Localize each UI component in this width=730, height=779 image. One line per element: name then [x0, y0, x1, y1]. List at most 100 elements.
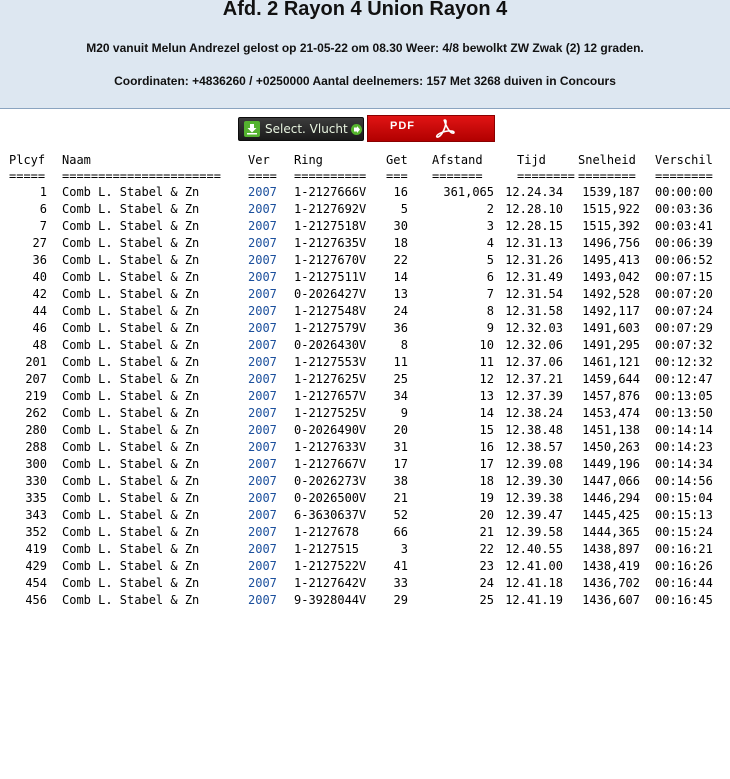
cell-afstand: 9 — [486, 321, 494, 335]
cell-ver-link[interactable]: 2007 — [248, 235, 277, 252]
cell-ver-link[interactable]: 2007 — [248, 371, 277, 388]
cell-ver-link[interactable]: 2007 — [248, 592, 277, 609]
sep-ver: ==== — [248, 169, 277, 183]
cell-ring: 0-2026500V — [294, 491, 367, 505]
cell-verschil: 00:07:20 — [655, 287, 713, 301]
cell-snelheid: 1436,607 — [582, 593, 640, 607]
cell-verschil: 00:15:24 — [655, 525, 713, 539]
table-row: 44 Comb L. Stabel & Zn 2007 1-2127548V 2… — [0, 303, 730, 320]
cell-ver-link[interactable]: 2007 — [248, 558, 277, 575]
cell-ver-link[interactable]: 2007 — [248, 422, 277, 439]
table-row: 330 Comb L. Stabel & Zn 2007 0-2026273V … — [0, 473, 730, 490]
cell-afstand: 3 — [486, 219, 494, 233]
cell-tijd: 12.41.19 — [505, 593, 563, 607]
table-row: 300 Comb L. Stabel & Zn 2007 1-2127667V … — [0, 456, 730, 473]
cell-plcyf: 262 — [25, 406, 47, 420]
pdf-button[interactable]: PDF — [367, 115, 495, 142]
cell-afstand: 8 — [486, 304, 494, 318]
cell-tijd: 12.38.24 — [505, 406, 563, 420]
cell-ver-link[interactable]: 2007 — [248, 337, 277, 354]
cell-naam: Comb L. Stabel & Zn — [62, 253, 200, 267]
cell-ver-link[interactable]: 2007 — [248, 473, 277, 490]
cell-ver-link[interactable]: 2007 — [248, 218, 277, 235]
col-verschil-header: Verschil — [655, 153, 713, 167]
cell-get: 66 — [393, 525, 408, 539]
cell-ver-link[interactable]: 2007 — [248, 507, 277, 524]
select-flight-button[interactable]: Select. Vlucht — [238, 117, 364, 141]
cell-snelheid: 1459,644 — [582, 372, 640, 386]
table-row: 454 Comb L. Stabel & Zn 2007 1-2127642V … — [0, 575, 730, 592]
cell-get: 52 — [393, 508, 408, 522]
cell-verschil: 00:15:13 — [655, 508, 713, 522]
cell-ring: 1-2127635V — [294, 236, 367, 250]
cell-ver-link[interactable]: 2007 — [248, 252, 277, 269]
cell-snelheid: 1491,603 — [582, 321, 640, 335]
cell-naam: Comb L. Stabel & Zn — [62, 287, 200, 301]
table-row: 419 Comb L. Stabel & Zn 2007 1-2127515 3… — [0, 541, 730, 558]
cell-verschil: 00:12:32 — [655, 355, 713, 369]
cell-ver-link[interactable]: 2007 — [248, 286, 277, 303]
table-row: 42 Comb L. Stabel & Zn 2007 0-2026427V 1… — [0, 286, 730, 303]
cell-plcyf: 201 — [25, 355, 47, 369]
cell-verschil: 00:06:52 — [655, 253, 713, 267]
cell-verschil: 00:07:24 — [655, 304, 713, 318]
cell-ring: 0-2026430V — [294, 338, 367, 352]
cell-plcyf: 429 — [25, 559, 47, 573]
cell-afstand: 11 — [479, 355, 494, 369]
table-row: 262 Comb L. Stabel & Zn 2007 1-2127525V … — [0, 405, 730, 422]
cell-ver-link[interactable]: 2007 — [248, 405, 277, 422]
cell-snelheid: 1492,117 — [582, 304, 640, 318]
cell-naam: Comb L. Stabel & Zn — [62, 321, 200, 335]
cell-afstand: 14 — [479, 406, 494, 420]
table-row: 288 Comb L. Stabel & Zn 2007 1-2127633V … — [0, 439, 730, 456]
cell-plcyf: 36 — [32, 253, 47, 267]
cell-ver-link[interactable]: 2007 — [248, 575, 277, 592]
cell-afstand: 15 — [479, 423, 494, 437]
cell-snelheid: 1438,897 — [582, 542, 640, 556]
cell-ver-link[interactable]: 2007 — [248, 541, 277, 558]
cell-ring: 1-2127625V — [294, 372, 367, 386]
cell-afstand: 5 — [486, 253, 494, 267]
cell-ver-link[interactable]: 2007 — [248, 490, 277, 507]
cell-tijd: 12.31.26 — [505, 253, 563, 267]
cell-ver-link[interactable]: 2007 — [248, 320, 277, 337]
cell-verschil: 00:03:36 — [655, 202, 713, 216]
cell-naam: Comb L. Stabel & Zn — [62, 457, 200, 471]
cell-ver-link[interactable]: 2007 — [248, 456, 277, 473]
cell-afstand: 22 — [479, 542, 494, 556]
cell-verschil: 00:14:23 — [655, 440, 713, 454]
cell-ver-link[interactable]: 2007 — [248, 303, 277, 320]
table-row: 40 Comb L. Stabel & Zn 2007 1-2127511V 1… — [0, 269, 730, 286]
cell-verschil: 00:16:45 — [655, 593, 713, 607]
cell-ver-link[interactable]: 2007 — [248, 439, 277, 456]
cell-ver-link[interactable]: 2007 — [248, 201, 277, 218]
cell-afstand: 361,065 — [443, 185, 494, 199]
cell-plcyf: 280 — [25, 423, 47, 437]
cell-verschil: 00:13:50 — [655, 406, 713, 420]
cell-afstand: 13 — [479, 389, 494, 403]
table-row: 429 Comb L. Stabel & Zn 2007 1-2127522V … — [0, 558, 730, 575]
cell-naam: Comb L. Stabel & Zn — [62, 202, 200, 216]
download-icon — [244, 121, 260, 137]
cell-tijd: 12.38.57 — [505, 440, 563, 454]
cell-tijd: 12.41.18 — [505, 576, 563, 590]
cell-afstand: 4 — [486, 236, 494, 250]
cell-tijd: 12.39.47 — [505, 508, 563, 522]
cell-ver-link[interactable]: 2007 — [248, 184, 277, 201]
cell-ver-link[interactable]: 2007 — [248, 354, 277, 371]
cell-get: 5 — [400, 202, 408, 216]
acrobat-icon — [435, 119, 455, 138]
cell-ver-link[interactable]: 2007 — [248, 524, 277, 541]
cell-ver-link[interactable]: 2007 — [248, 388, 277, 405]
cell-ver-link[interactable]: 2007 — [248, 269, 277, 286]
cell-plcyf: 219 — [25, 389, 47, 403]
col-afstand-header: Afstand — [432, 153, 483, 167]
cell-tijd: 12.28.10 — [505, 202, 563, 216]
cell-tijd: 12.37.06 — [505, 355, 563, 369]
table-separator-row: ===== ====================== ==== ======… — [0, 169, 730, 184]
cell-plcyf: 42 — [32, 287, 47, 301]
cell-get: 14 — [393, 270, 408, 284]
cell-snelheid: 1449,196 — [582, 457, 640, 471]
cell-afstand: 17 — [479, 457, 494, 471]
cell-ring: 1-2127525V — [294, 406, 367, 420]
